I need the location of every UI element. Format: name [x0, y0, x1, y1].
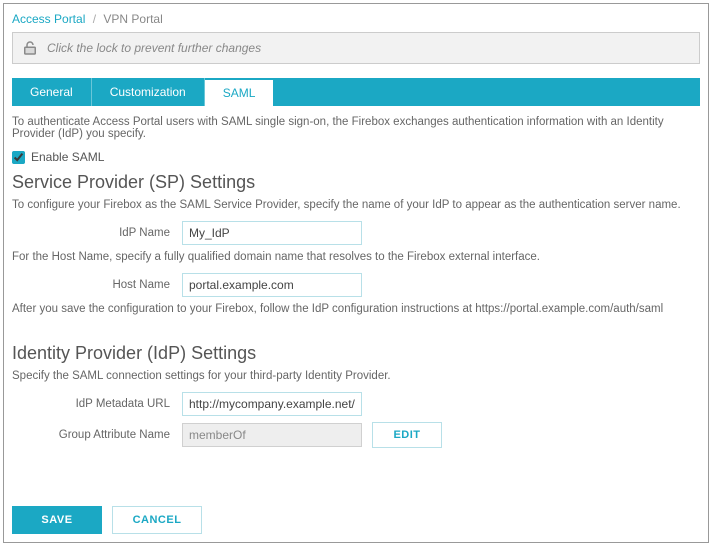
sp-desc: To configure your Firebox as the SAML Se… — [12, 199, 700, 211]
breadcrumb-current: VPN Portal — [103, 12, 162, 26]
enable-saml-checkbox[interactable] — [12, 151, 25, 164]
group-attr-input — [182, 423, 362, 447]
idp-name-input[interactable] — [182, 221, 362, 245]
idp-heading: Identity Provider (IdP) Settings — [12, 343, 700, 364]
host-hint: For the Host Name, specify a fully quali… — [12, 251, 700, 263]
enable-saml-label: Enable SAML — [31, 150, 104, 164]
idp-desc: Specify the SAML connection settings for… — [12, 370, 700, 382]
after-save-text: After you save the configuration to your… — [12, 303, 700, 315]
footer-buttons: SAVE CANCEL — [12, 506, 202, 534]
enable-saml-row: Enable SAML — [12, 150, 700, 164]
tab-customization[interactable]: Customization — [92, 78, 205, 106]
metadata-url-input[interactable] — [182, 392, 362, 416]
metadata-url-row: IdP Metadata URL — [12, 392, 700, 416]
host-name-row: Host Name — [12, 273, 700, 297]
tab-general[interactable]: General — [12, 78, 92, 106]
breadcrumb: Access Portal / VPN Portal — [12, 12, 700, 26]
edit-button[interactable]: EDIT — [372, 422, 442, 448]
unlock-icon[interactable] — [21, 39, 39, 57]
tab-saml[interactable]: SAML — [205, 78, 274, 106]
host-name-input[interactable] — [182, 273, 362, 297]
metadata-url-label: IdP Metadata URL — [12, 398, 182, 410]
group-attr-row: Group Attribute Name EDIT — [12, 422, 700, 448]
cancel-button[interactable]: CANCEL — [112, 506, 202, 534]
sp-heading: Service Provider (SP) Settings — [12, 172, 700, 193]
save-button[interactable]: SAVE — [12, 506, 102, 534]
idp-name-row: IdP Name — [12, 221, 700, 245]
tabs: General Customization SAML — [12, 78, 700, 106]
intro-text: To authenticate Access Portal users with… — [12, 116, 700, 140]
config-panel: Access Portal / VPN Portal Click the loc… — [3, 3, 709, 543]
host-name-label: Host Name — [12, 279, 182, 291]
idp-name-label: IdP Name — [12, 227, 182, 239]
lock-bar: Click the lock to prevent further change… — [12, 32, 700, 64]
group-attr-label: Group Attribute Name — [12, 429, 182, 441]
tab-content: To authenticate Access Portal users with… — [12, 116, 700, 448]
breadcrumb-root[interactable]: Access Portal — [12, 12, 85, 26]
breadcrumb-separator: / — [93, 12, 96, 26]
lock-bar-text: Click the lock to prevent further change… — [47, 41, 261, 55]
